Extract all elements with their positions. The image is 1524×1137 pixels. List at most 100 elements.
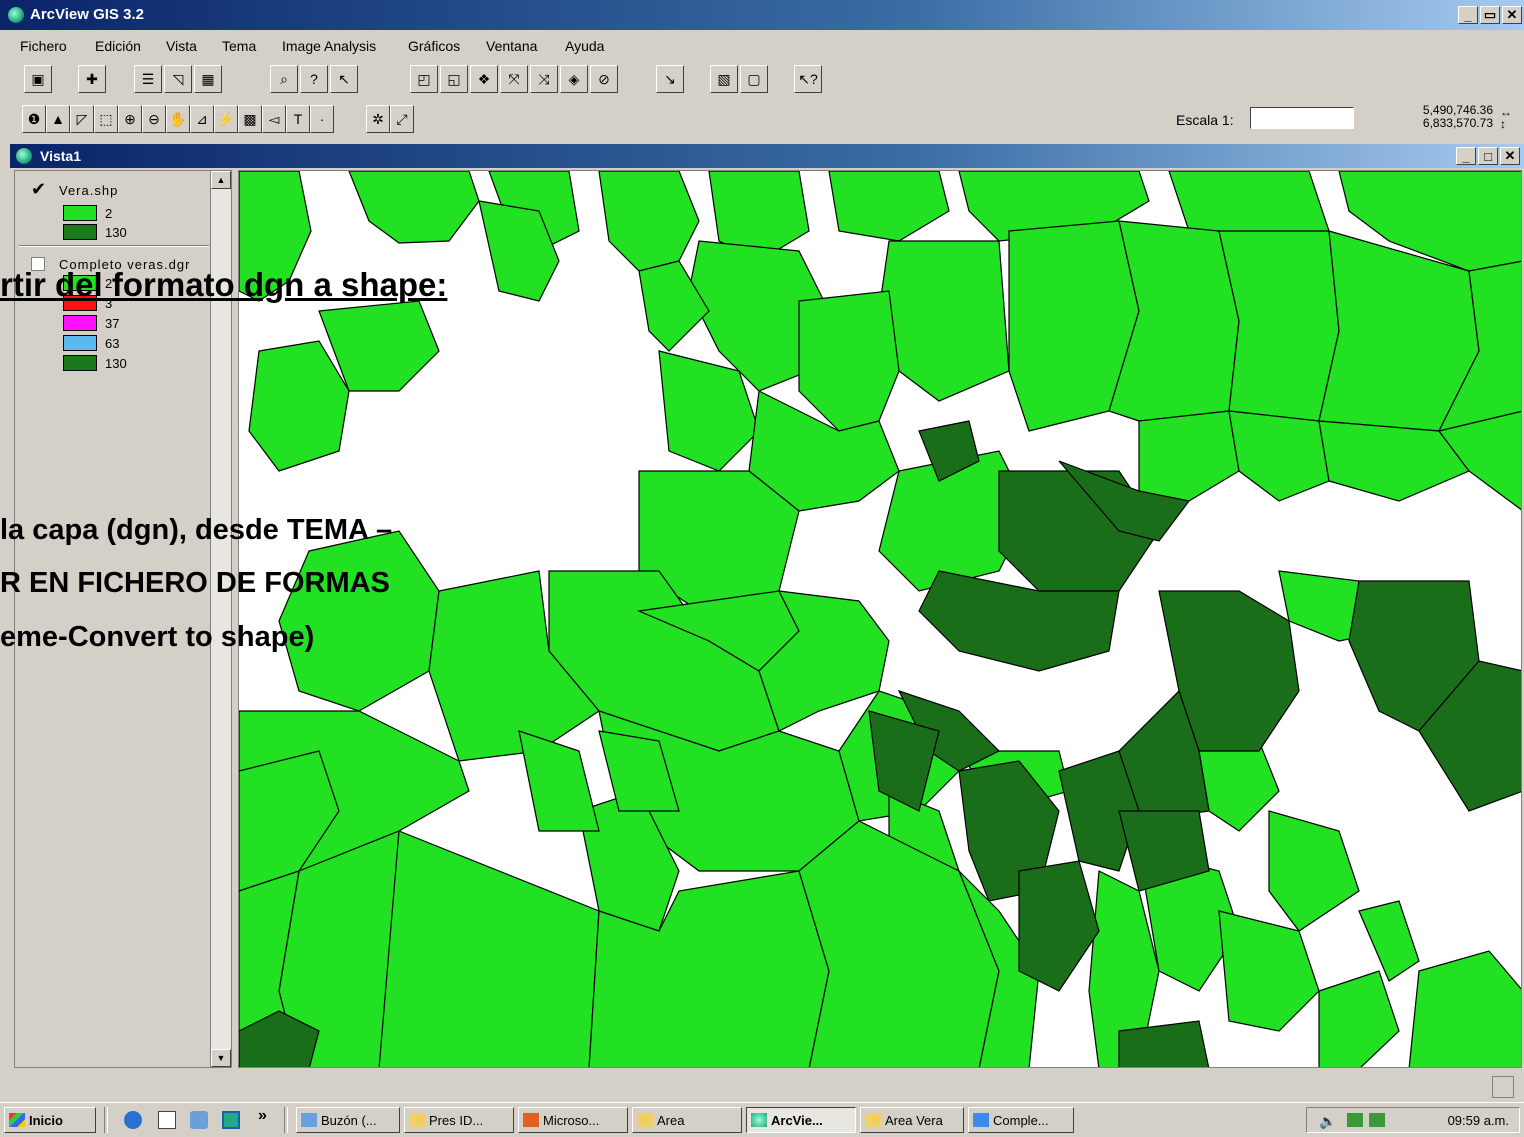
legend-label: 63: [105, 336, 120, 351]
help-icon[interactable]: ↖?: [794, 65, 822, 93]
tray-app-icon[interactable]: [1369, 1113, 1385, 1127]
menu-tema[interactable]: Tema: [222, 38, 256, 54]
taskbar-label: Area Vera: [885, 1112, 943, 1128]
internet-explorer-icon[interactable]: [124, 1111, 142, 1129]
menu-ayuda[interactable]: Ayuda: [565, 38, 604, 54]
layout-icon[interactable]: ▧: [710, 65, 738, 93]
folder-icon: [865, 1113, 881, 1127]
menu-ventana[interactable]: Ventana: [486, 38, 537, 54]
add-theme-icon[interactable]: ✚: [78, 65, 106, 93]
zoom-out-fixed-icon[interactable]: ⤨: [530, 65, 558, 93]
taskbar-button-microsoft[interactable]: Microso...: [518, 1107, 628, 1133]
zoom-in-icon[interactable]: ⊕: [118, 105, 142, 133]
start-button[interactable]: Inicio: [4, 1107, 96, 1133]
menu-image-analysis[interactable]: Image Analysis: [282, 38, 376, 54]
close-button[interactable]: ✕: [1502, 6, 1522, 24]
volume-icon[interactable]: 🔈: [1319, 1113, 1336, 1130]
save-project-icon[interactable]: ▣: [24, 65, 52, 93]
legend-scrollbar[interactable]: ▲ ▼: [210, 171, 231, 1067]
find-icon[interactable]: ⌕: [270, 65, 298, 93]
hotlink-icon[interactable]: ⚡: [214, 105, 238, 133]
status-bar: [0, 1070, 1524, 1102]
legend-swatch: [63, 355, 97, 371]
tray-app-icon[interactable]: [1347, 1113, 1363, 1127]
zoom-out-icon[interactable]: ⊖: [142, 105, 166, 133]
scroll-down-icon[interactable]: ▼: [211, 1049, 231, 1067]
show-desktop-icon[interactable]: [190, 1111, 208, 1129]
clear-selection-icon[interactable]: ↘: [656, 65, 684, 93]
taskbar-label: Area: [657, 1112, 685, 1128]
taskbar-button-arcview[interactable]: ArcVie...: [746, 1107, 856, 1133]
coord-arrows-icon: ↔ ↕: [1500, 105, 1512, 131]
outlook-express-icon[interactable]: [158, 1111, 176, 1129]
view-minimize-button[interactable]: _: [1456, 147, 1476, 165]
app-title-bar[interactable]: ArcView GIS 3.2 _ ▭ ✕: [0, 0, 1524, 30]
zoom-selected-icon[interactable]: ❖: [470, 65, 498, 93]
coordinate-readout: 5,490,746.36 6,833,570.73: [1398, 104, 1493, 130]
locate-address-icon[interactable]: ↖: [330, 65, 358, 93]
view-title: Vista1: [40, 148, 81, 164]
taskbar-button-buzon[interactable]: Buzón (...: [296, 1107, 400, 1133]
menu-vista[interactable]: Vista: [166, 38, 197, 54]
checkmark-icon[interactable]: ✔: [31, 180, 46, 198]
resize-grip-icon[interactable]: [1492, 1076, 1514, 1098]
folder-icon: [409, 1113, 425, 1127]
maximize-button[interactable]: ▭: [1480, 6, 1500, 24]
zoom-extent-icon[interactable]: ◰: [410, 65, 438, 93]
coord-y: 6,833,570.73: [1422, 116, 1493, 130]
divider: [104, 1107, 108, 1133]
pointer-icon[interactable]: ▲: [46, 105, 70, 133]
minimize-button[interactable]: _: [1458, 6, 1478, 24]
windows-logo-icon: [9, 1113, 25, 1127]
measure-icon[interactable]: ⊿: [190, 105, 214, 133]
divider: [19, 245, 209, 247]
open-table-icon[interactable]: ▦: [194, 65, 222, 93]
parcel-map: [239, 171, 1521, 1067]
scroll-up-icon[interactable]: ▲: [211, 171, 231, 189]
app-title: ArcView GIS 3.2: [30, 6, 144, 23]
legend-swatch: [63, 335, 97, 351]
line-tool-icon[interactable]: ⤢: [390, 105, 414, 133]
arcview-icon: [751, 1113, 767, 1127]
label-icon[interactable]: ◅: [262, 105, 286, 133]
theme-vera-shp[interactable]: ✔ Vera.shp 2 130: [15, 179, 209, 243]
menu-edicion[interactable]: Edición: [95, 38, 141, 54]
identify-icon[interactable]: ❶: [22, 105, 46, 133]
edit-legend-icon[interactable]: ◹: [164, 65, 192, 93]
zoom-in-fixed-icon[interactable]: ⤧: [500, 65, 528, 93]
vertex-edit-icon[interactable]: ◸: [70, 105, 94, 133]
divider: [284, 1107, 288, 1133]
view-close-button[interactable]: ✕: [1500, 147, 1520, 165]
zoom-previous-icon[interactable]: ◈: [560, 65, 588, 93]
system-tray: 🔈 09:59 a.m.: [1306, 1107, 1520, 1133]
pan-icon[interactable]: ✋: [166, 105, 190, 133]
query-builder-icon[interactable]: ?: [300, 65, 328, 93]
menu-graficos[interactable]: Gráficos: [408, 38, 460, 54]
select-feature-icon[interactable]: ⬚: [94, 105, 118, 133]
select-graphics-icon[interactable]: ⊘: [590, 65, 618, 93]
taskbar-button-area-vera[interactable]: Area Vera: [860, 1107, 964, 1133]
image-tool-icon[interactable]: ✲: [366, 105, 390, 133]
arcview-app-icon: [8, 7, 24, 23]
view-title-bar[interactable]: Vista1 _ □ ✕: [10, 144, 1524, 168]
area-of-interest-icon[interactable]: ▩: [238, 105, 262, 133]
taskbar-button-completo[interactable]: Comple...: [968, 1107, 1074, 1133]
legend-swatch: [63, 205, 97, 221]
map-display[interactable]: [238, 170, 1522, 1068]
instruction-line-2: R EN FICHERO DE FORMAS: [0, 567, 390, 599]
menu-fichero[interactable]: Fichero: [20, 38, 67, 54]
quick-launch-app-icon[interactable]: [222, 1111, 240, 1129]
view-maximize-button[interactable]: □: [1478, 147, 1498, 165]
taskbar-button-area[interactable]: Area: [632, 1107, 742, 1133]
menu-bar: Fichero Edición Vista Tema Image Analysi…: [0, 34, 1524, 60]
frame-icon[interactable]: ▢: [740, 65, 768, 93]
more-quick-launch[interactable]: »: [258, 1107, 267, 1125]
theme-properties-icon[interactable]: ☰: [134, 65, 162, 93]
tool-bar: ❶ ▲ ◸ ⬚ ⊕ ⊖ ✋ ⊿ ⚡ ▩ ◅ T · ✲ ⤢ Escala 1: …: [0, 102, 1524, 138]
zoom-themes-icon[interactable]: ◱: [440, 65, 468, 93]
legend-label: 37: [105, 316, 120, 331]
scale-input[interactable]: [1250, 107, 1354, 129]
text-icon[interactable]: T: [286, 105, 310, 133]
draw-point-icon[interactable]: ·: [310, 105, 334, 133]
taskbar-button-pres-id[interactable]: Pres ID...: [404, 1107, 514, 1133]
